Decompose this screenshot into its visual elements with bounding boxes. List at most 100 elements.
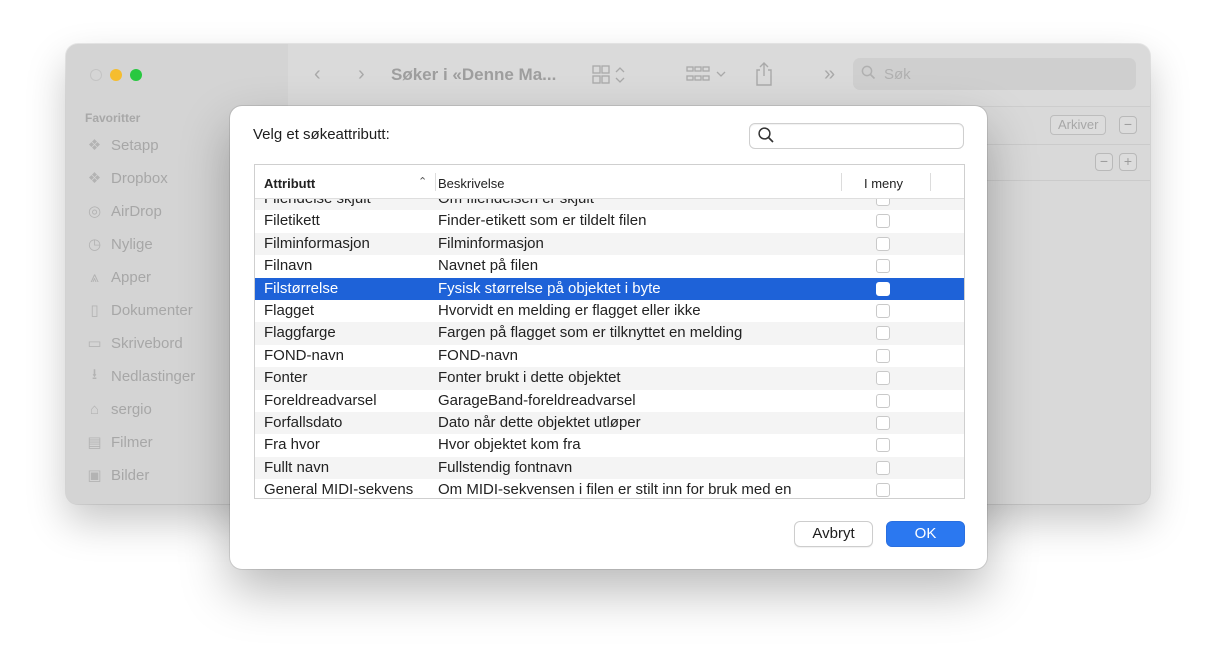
remove-criterion-button[interactable]: − [1095,153,1113,171]
attribute-sheet-dialog: Velg et søkeattributt: Attributt ⌃ Beskr… [230,106,987,569]
remove-scope-button[interactable]: − [1119,116,1137,134]
sidebar-item[interactable]: ⩓ Apper [86,265,151,289]
description-cell: GarageBand-foreldreadvarsel [438,391,636,409]
description-cell: Dato når dette objektet utløper [438,413,641,431]
in-menu-checkbox[interactable] [876,483,890,498]
in-menu-checkbox[interactable] [876,348,890,363]
zoom-window-button[interactable] [130,69,142,81]
table-row[interactable]: Fullt navn Fullstendig fontnavn [255,456,964,480]
sidebar-item-label: Nylige [111,235,153,253]
sidebar-item[interactable]: ⌂ sergio [86,397,152,421]
sidebar-item[interactable]: ◷ Nylige [86,232,153,256]
in-menu-checkbox[interactable] [876,326,890,341]
sidebar-item[interactable]: ❖ Setapp [86,133,159,157]
minimize-window-button[interactable] [110,69,122,81]
back-icon[interactable]: ‹ [314,63,321,86]
view-grid-icon[interactable] [592,64,628,92]
column-separator[interactable] [435,173,436,191]
dropbox-icon: ❖ [87,170,102,187]
table-row-selected[interactable]: Filstørrelse Fysisk størrelse på objektet… [255,277,964,300]
sidebar-item[interactable]: ◎ AirDrop [86,199,162,223]
in-menu-checkbox[interactable] [876,371,890,386]
in-menu-checkbox[interactable] [876,415,890,430]
setapp-icon: ❖ [87,137,102,154]
home-icon: ⌂ [89,400,100,418]
sidebar-item[interactable]: ⭳ Nedlastinger [86,364,195,388]
attribute-cell: Fullt navn [264,458,330,476]
table-row[interactable]: Flaggfarge Fargen på flagget som er tilkn… [255,322,964,345]
sidebar-item-label: sergio [111,400,152,418]
attribute-search-input[interactable] [778,126,960,146]
in-menu-checkbox[interactable] [876,259,890,274]
column-header-in-menu[interactable]: I meny [864,176,903,191]
sidebar-item[interactable]: ▤ Filmer [86,430,152,454]
share-icon[interactable] [754,61,774,93]
table-row[interactable]: Filendelse skjult Om filendelsen er skjul… [255,199,964,211]
attribute-cell: General MIDI-sekvens [264,481,414,498]
sidebar-item[interactable]: ▯ Dokumenter [86,298,192,322]
table-row[interactable]: Flagget Hvorvidt en melding er flagget el… [255,300,964,322]
group-icon[interactable] [686,64,728,92]
sidebar-item-label: Skrivebord [111,334,183,352]
attribute-cell: FOND-navn [264,346,345,364]
apps-icon: ⩓ [90,268,99,286]
description-cell: Om MIDI-sekvensen i filen er stilt inn f… [438,481,792,498]
add-criterion-button[interactable]: + [1119,153,1137,171]
desktop-icon: ▭ [87,335,102,352]
finder-toolbar: ‹ › Søker i «Denne Ma... » Søk [288,44,1150,107]
attribute-cell: Fonter [264,369,308,387]
document-icon: ▯ [90,302,99,319]
column-separator[interactable] [930,173,931,191]
forward-icon[interactable]: › [358,63,365,86]
table-body[interactable]: Filendelse skjult Om filendelsen er skjul… [255,199,964,498]
description-cell: Hvorvidt en melding er flagget eller ikk… [438,301,701,319]
attribute-search-field[interactable] [749,123,964,149]
in-menu-checkbox[interactable] [876,303,890,318]
attribute-cell: Foreldreadvarsel [264,391,377,409]
download-icon: ⭳ [91,365,98,383]
sidebar-item[interactable]: ❖ Dropbox [86,166,168,190]
search-icon [861,65,876,84]
table-row[interactable]: Foreldreadvarsel GarageBand-foreldreadvar… [255,390,964,412]
ok-button[interactable]: OK [886,521,965,547]
airdrop-icon: ◎ [87,203,102,220]
table-row[interactable]: Filetikett Finder-etikett som er tildelt … [255,210,964,232]
in-menu-checkbox[interactable] [876,236,890,251]
sidebar-item[interactable]: ▣ Bilder [86,463,149,487]
table-row[interactable]: Filnavn Navnet på filen [255,255,964,277]
in-menu-checkbox[interactable] [876,460,890,475]
in-menu-checkbox[interactable] [876,281,890,296]
table-row[interactable]: Forfallsdato Dato når dette objektet utlø… [255,411,964,435]
description-cell: Hvor objektet kom fra [438,436,581,454]
table-row[interactable]: General MIDI-sekvens Om MIDI-sekvensen i … [255,479,964,498]
finder-search-field[interactable]: Søk [853,58,1136,90]
attribute-cell: Forfallsdato [264,413,343,431]
attribute-table: Attributt ⌃ Beskrivelse I meny Filendels… [254,164,965,499]
cancel-button[interactable]: Avbryt [794,521,873,547]
attribute-cell: Filminformasjon [264,234,370,252]
table-row[interactable]: Filminformasjon Filminformasjon [255,232,964,256]
sidebar-item-label: Nedlastinger [111,367,196,385]
attribute-cell: Flaggfarge [264,324,336,342]
column-separator[interactable] [841,173,842,191]
column-header-attribute[interactable]: Attributt [264,176,315,191]
sidebar-item[interactable]: ▭ Skrivebord [86,331,183,355]
more-toolbar-icon[interactable]: » [824,63,835,86]
description-cell: Finder-etikett som er tildelt filen [438,212,647,230]
in-menu-checkbox[interactable] [876,393,890,408]
in-menu-checkbox[interactable] [876,438,890,453]
column-header-description[interactable]: Beskrivelse [438,176,504,191]
table-row[interactable]: Fra hvor Hvor objektet kom fra [255,434,964,456]
in-menu-checkbox[interactable] [876,199,890,206]
description-cell: Fonter brukt i dette objektet [438,369,621,387]
sort-ascending-icon: ⌃ [418,176,428,188]
description-cell: Fullstendig fontnavn [438,458,573,476]
close-window-button[interactable] [90,69,102,81]
save-search-button[interactable]: Arkiver [1050,115,1107,135]
table-row[interactable]: FOND-navn FOND-navn [255,345,964,367]
description-cell: Fysisk størrelse på objektet i byte [438,279,661,297]
window-title: Søker i «Denne Ma... [391,65,557,84]
table-row[interactable]: Fonter Fonter brukt i dette objektet [255,367,964,390]
in-menu-checkbox[interactable] [876,214,890,229]
search-icon [757,126,775,144]
